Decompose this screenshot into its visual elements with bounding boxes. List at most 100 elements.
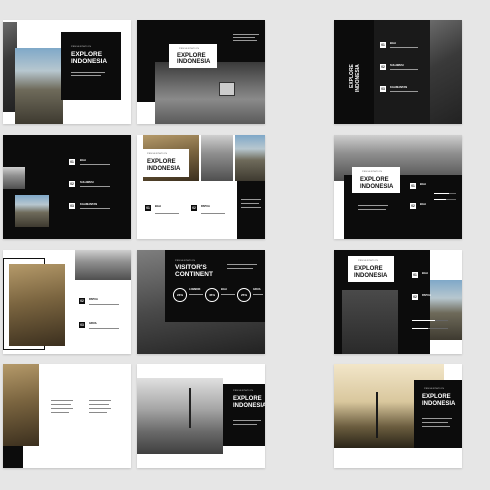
slide-8-text-line [227, 268, 253, 269]
slide-5-photo-3 [235, 135, 265, 181]
slide-2-title-line2: INDONESIA [177, 59, 211, 65]
slide-3-label-kalimantan: KALIMANTAN [390, 86, 408, 89]
slide-7-label-grua: GRUA [89, 322, 97, 325]
slide-8-kicker: PRESENTATION [175, 260, 196, 262]
slide-11-kicker: PRESENTATION [233, 390, 254, 392]
slide-2-title-box: PRESENTATION EXPLORE INDONESIA [169, 44, 217, 68]
slide-8-thumbnail[interactable]: PRESENTATION VISITOR'S CONTINENT 23% LOM… [137, 250, 265, 354]
slide-6-progress-bar [434, 193, 456, 194]
slide-2-desert-photo [155, 62, 265, 124]
slide-6-num-01: 01 [410, 183, 416, 189]
slide-9-crowd-photo [342, 290, 398, 354]
slide-4-text-line [80, 164, 110, 165]
slide-10-text-line [51, 412, 69, 413]
slide-5-photo-2 [201, 135, 233, 181]
slide-2-left-block [137, 62, 155, 102]
slide-3-list-panel: 01 BALI 02 SULAWESI 03 KALIMANTAN [374, 20, 430, 124]
slide-5-thumbnail[interactable]: PRESENTATION EXPLORE INDONESIA 01 BALI 0… [137, 135, 265, 239]
slide-5-label-bali: BALI [155, 205, 162, 208]
slide-5-text-panel [237, 181, 265, 239]
slide-4-thumbnail[interactable]: 01 BALI 02 SULAWESI 03 KALIMANTAN [3, 135, 131, 239]
slide-10-black-strip [3, 446, 23, 468]
slide-3-num-03: 03 [380, 86, 386, 92]
slide-9-num-02: 02 [412, 294, 418, 300]
slide-9-kicker: PRESENTATION [358, 260, 379, 262]
slide-2-thumbnail[interactable]: PRESENTATION EXPLORE INDONESIA [137, 20, 265, 124]
slide-8-stat-label-3: GRUA [253, 288, 261, 291]
slide-4-text-line [80, 186, 110, 187]
slide-6-title-line1: EXPLORE [360, 177, 389, 183]
slide-7-label-papua: PAPUA [89, 298, 98, 301]
slide-8-title-line2: CONTINENT [175, 271, 213, 278]
slide-6-title-line2: INDONESIA [360, 184, 394, 190]
slide-11-text-line [233, 424, 257, 425]
slide-5-label-papua: PAPUA [201, 205, 210, 208]
slide-7-text-line [89, 328, 119, 329]
slide-5-text-line [241, 199, 261, 200]
slide-6-label-bali: BALI [420, 183, 427, 186]
slide-12-title-line2: INDONESIA [422, 401, 456, 407]
slide-3-text-line [390, 47, 418, 48]
slide-6-progress-bar [434, 199, 456, 200]
slide-6-num-02: 02 [410, 203, 416, 209]
slide-11-title-line1: EXPLORE [233, 396, 262, 402]
slide-3-vertical-title-2: INDONESIA [355, 64, 361, 92]
slide-8-stat-circle-3: 25% [237, 288, 251, 302]
slide-12-tree [376, 392, 378, 438]
slide-8-text-line [221, 294, 235, 295]
slide-2-text-line [233, 34, 259, 35]
slide-9-label-bali: BALI [422, 272, 429, 275]
slide-8-stat-value-2: 45% [208, 293, 215, 297]
slide-2-kicker: PRESENTATION [179, 48, 200, 50]
slide-11-text-line [233, 420, 261, 421]
slide-5-num-02: 02 [191, 205, 197, 211]
slide-7-num-02: 02 [79, 298, 85, 304]
slide-4-photo-2 [15, 195, 49, 227]
slide-1-title-line2: INDONESIA [71, 58, 108, 65]
slide-7-thumbnail[interactable]: 02 PAPUA 03 GRUA [3, 250, 131, 354]
slide-12-text-line [422, 418, 452, 419]
slide-8-stat-label-1: LOMBOK [189, 288, 201, 291]
slide-3-thumbnail[interactable]: EXPLORE INDONESIA 01 BALI 02 SULAWESI 03… [334, 20, 462, 124]
slide-9-label-papua: PAPUA [422, 294, 431, 297]
slide-11-palm-trunk [189, 388, 191, 428]
slide-1-thumbnail[interactable]: PRESENTATION EXPLORE INDONESIA [3, 20, 131, 124]
slide-3-label-sulawesi: SULAWESI [390, 64, 404, 67]
slide-8-black-panel: PRESENTATION VISITOR'S CONTINENT 23% LOM… [165, 250, 265, 322]
slide-11-black-panel [223, 384, 265, 446]
slide-3-tree-photo [430, 20, 462, 124]
slide-6-text-line [358, 209, 386, 210]
slide-12-thumbnail[interactable]: PRESENTATION EXPLORE INDONESIA [334, 364, 462, 468]
slide-5-text-line [241, 203, 259, 204]
slide-12-text-line [422, 426, 450, 427]
slide-9-thumbnail[interactable]: PRESENTATION EXPLORE INDONESIA 01 BALI 0… [334, 250, 462, 354]
slide-5-title-line1: EXPLORE [147, 159, 176, 165]
slide-5-num-01: 01 [145, 205, 151, 211]
slide-4-label-kalimantan: KALIMANTAN [80, 203, 98, 206]
slide-5-text-line [155, 213, 179, 214]
slide-5-title-line2: INDONESIA [147, 166, 181, 172]
slide-8-stat-label-2: BALI [221, 288, 228, 291]
slide-7-num-03: 03 [79, 322, 85, 328]
slide-5-text-line [241, 207, 261, 208]
slide-9-right-photo [430, 280, 462, 340]
slide-10-rice-photo [3, 364, 39, 446]
slide-8-stat-circle-1: 23% [173, 288, 187, 302]
slide-5-kicker: PRESENTATION [147, 153, 168, 155]
slide-11-thumbnail[interactable]: PRESENTATION EXPLORE INDONESIA [137, 364, 265, 468]
slide-3-text-line [390, 91, 418, 92]
slide-9-progress-bar [412, 320, 448, 321]
slide-7-terrace-photo [9, 264, 65, 346]
slide-2-car [219, 82, 235, 96]
slide-9-title-line1: EXPLORE [354, 266, 383, 272]
slide-6-thumbnail[interactable]: PRESENTATION EXPLORE INDONESIA 01 BALI 0… [334, 135, 462, 239]
slide-4-num-01: 01 [69, 159, 75, 165]
slide-4-photo-1 [3, 167, 25, 189]
slide-10-text-line [89, 408, 111, 409]
slide-3-num-01: 01 [380, 42, 386, 48]
slide-5-text-line [201, 213, 225, 214]
slide-1-text-line [71, 72, 105, 73]
slide-10-text-line [89, 404, 109, 405]
slide-4-label-sulawesi: SULAWESI [80, 181, 94, 184]
slide-10-thumbnail[interactable] [3, 364, 131, 468]
